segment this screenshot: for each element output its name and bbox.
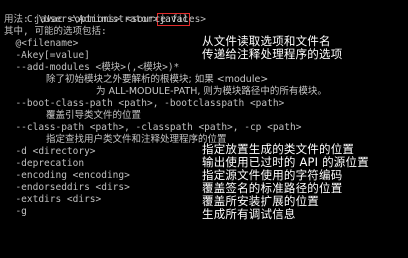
option-add-modules: --add-modules <模块>(,<模块>)* (4, 62, 180, 73)
option-g: -g (4, 206, 27, 217)
option-endorseddirs: -endorseddirs <dirs> (4, 182, 130, 193)
options-header: 其中, 可能的选项包括: (4, 26, 107, 37)
option-boot-class-path-desc: 覆盖引导类文件的位置 (46, 110, 142, 121)
option-akey: -Akey[=value] (4, 50, 90, 61)
option-class-path: --class-path <path>, -classpath <path>, … (4, 122, 302, 133)
option-encoding: -encoding <encoding> (4, 170, 130, 181)
overlay-desc-g: 生成所有调试信息 (202, 207, 296, 221)
option-add-modules-desc-1: 除了初始模块之外要解析的根模块; 如果 <module> (46, 74, 269, 85)
overlay-desc-deprecation: 输出使用已过时的 API 的源位置 (202, 155, 369, 169)
option-extdirs: -extdirs <dirs> (4, 194, 102, 205)
overlay-desc-akey: 传递给注释处理程序的选项 (202, 47, 343, 61)
option-d: -d <directory> (4, 146, 96, 157)
usage-line: 用法: javac <options> <source files> (4, 14, 207, 25)
option-class-path-desc: 指定查找用户类文件和注释处理程序的位置 (46, 134, 227, 145)
overlay-desc-d: 指定放置生成的类文件的位置 (202, 142, 355, 156)
overlay-desc-endorseddirs: 覆盖签名的标准路径的位置 (202, 181, 343, 195)
overlay-desc-filename: 从文件读取选项和文件名 (202, 34, 331, 48)
overlay-desc-encoding: 指定源文件使用的字符编码 (202, 168, 343, 182)
option-filename: @<filename> (4, 38, 79, 49)
option-deprecation: -deprecation (4, 158, 85, 169)
console-window[interactable]: C:\Users\Administrator>javac 用法: javac <… (0, 0, 408, 258)
option-boot-class-path: --boot-class-path <path>, -bootclasspath… (4, 98, 285, 109)
overlay-desc-extdirs: 覆盖所安装扩展的位置 (202, 194, 319, 208)
option-add-modules-desc-2: 为 ALL-MODULE-PATH, 则为模块路径中的所有模块。 (96, 86, 327, 97)
